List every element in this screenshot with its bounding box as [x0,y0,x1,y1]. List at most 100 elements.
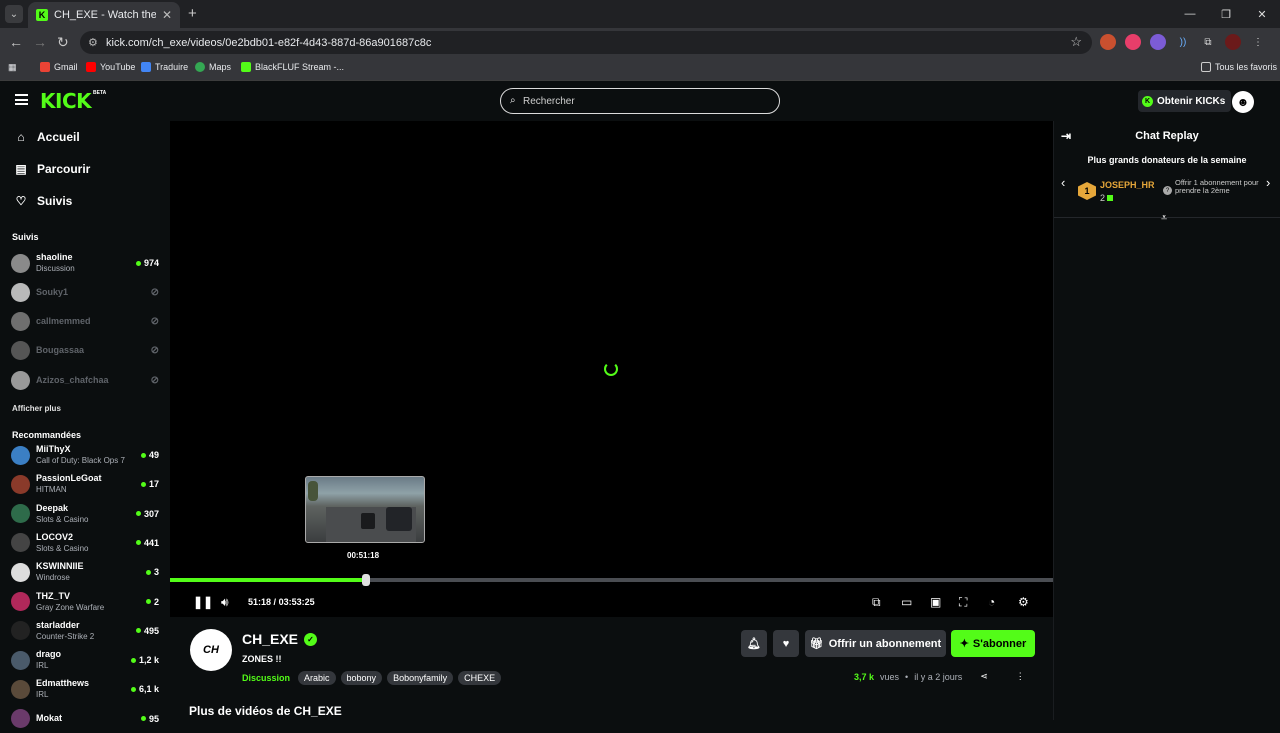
sidebar-channel[interactable]: LOCOV2 Slots & Casino 441 [11,529,159,557]
channel-name: LOCOV2 [36,531,74,542]
viewer-number: 307 [143,508,159,519]
playback-speed-icon[interactable]: ◔ [988,595,995,609]
fullscreen-icon[interactable]: ⛶ [959,595,967,609]
search-input[interactable]: ⌕ Rechercher [500,88,780,114]
close-window-icon[interactable]: ✕ [1244,0,1280,28]
kick-logo[interactable]: KICK [40,89,92,113]
home-icon: ⌂ [17,130,25,144]
settings-gear-icon[interactable]: ⚙ [1018,595,1029,609]
more-videos-title: Plus de vidéos de CH_EXE [189,704,342,718]
new-tab-button[interactable]: + [188,5,197,22]
menu-icon[interactable] [15,94,28,105]
bookmark-youtube[interactable]: YouTube [86,62,135,72]
sidebar-channel[interactable]: KSWINNIIE Windrose 3 [11,558,159,586]
channel-category: Windrose [36,573,70,583]
sidebar-channel[interactable]: Souky1 ⊘ [11,278,159,306]
expand-donors-icon[interactable]: ⩡ [1161,212,1167,225]
chat-header: ⇥ Chat Replay [1054,121,1280,151]
sidebar-channel[interactable]: Mokat 95 [11,705,159,733]
notification-bell-button[interactable]: 🔔︎ [741,630,767,657]
mini-player-icon[interactable]: ▣ [930,595,941,609]
gift-sub-button[interactable]: 🎁︎ Offrir un abonnement [805,630,946,657]
profile-avatar[interactable] [1225,34,1241,50]
tab-search-button[interactable]: ⌄ [5,5,23,23]
viewer-count: 49 [140,450,159,460]
progress-bar[interactable] [170,574,1053,586]
extension-icon[interactable] [1100,34,1116,50]
extension-icon[interactable] [1125,34,1141,50]
channel-avatar [11,341,30,361]
tab-active[interactable]: K CH_EXE - Watch the VOD on Kick ✕ [28,2,180,28]
sidebar-channel[interactable]: PassionLeGoat HITMAN 17 [11,470,159,498]
tag[interactable]: bobony [340,671,383,685]
sidebar-channel[interactable]: starladder Counter-Strike 2 495 [11,617,159,645]
progress-handle[interactable] [362,574,371,586]
bookmark-star-icon[interactable]: ☆ [1070,34,1082,50]
video-player[interactable]: 00:51:18 ❚❚ 🔊︎ 51:18 / 03:53:25 ⧉ ▭ ▣ ⛶ … [170,121,1053,617]
more-options-icon[interactable]: ⋮ [1016,671,1025,682]
channel-name: Souky1 [36,286,69,297]
nav-home[interactable]: ⌂ Accueil [15,121,170,153]
tag[interactable]: CHEXE [458,671,502,685]
chevron-left-icon[interactable]: ‹ [1061,175,1065,190]
restore-icon[interactable]: ❐ [1208,0,1244,28]
extension-icon[interactable]: )) [1175,34,1191,50]
collapse-chat-icon[interactable]: ⇥ [1061,129,1071,143]
puzzle-icon[interactable]: ⧉ [1200,34,1216,50]
duration: 03:53:25 [278,597,315,607]
pause-icon[interactable]: ❚❚ [193,595,213,609]
tab-close-icon[interactable]: ✕ [162,8,172,22]
bookmark-blackfluf[interactable]: BlackFLUF Stream -... [241,62,344,72]
forward-icon[interactable]: → [33,34,47,50]
sidebar-channel[interactable]: Azizos_chafchaa ⊘ [11,366,159,394]
site-info-icon[interactable]: ⚙ [88,36,98,49]
back-icon[interactable]: ← [9,34,23,50]
reload-icon[interactable]: ↻ [57,34,69,50]
sidebar-channel[interactable]: drago IRL 1,2 k [11,646,159,674]
extension-icon[interactable] [1150,34,1166,50]
volume-icon[interactable]: 🔊︎ [221,595,229,609]
channel-category: Slots & Casino [36,514,89,524]
follow-heart-button[interactable]: ♥ [773,630,799,657]
subscribe-button[interactable]: ✦ S'abonner [951,630,1035,657]
channel-avatar[interactable]: CH [190,629,232,671]
sidebar-channel[interactable]: MiiThyX Call of Duty: Black Ops 7 49 [11,441,159,469]
sidebar-channel[interactable]: callmemmed ⊘ [11,308,159,336]
bookmark-maps[interactable]: Maps [195,62,231,72]
minimize-icon[interactable]: — [1172,0,1208,28]
donor-name[interactable]: JOSEPH_HR [1100,180,1155,190]
sidebar-channel[interactable]: shaoline Discussion 974 [11,249,159,277]
sidebar-channel[interactable]: THZ_TV Gray Zone Warfare 2 [11,588,159,616]
show-more-link[interactable]: Afficher plus [12,404,61,413]
sidebar-channel[interactable]: Bougassaa ⊘ [11,337,159,365]
address-bar[interactable]: ⚙ kick.com/ch_exe/videos/0e2bdb01-e82f-4… [80,31,1092,54]
channel-text: Deepak Slots & Casino [36,503,136,525]
apps-icon[interactable]: ▦ [8,62,17,73]
nav-following[interactable]: ♡ Suivis [15,185,170,217]
all-bookmarks[interactable]: Tous les favoris [1201,62,1277,72]
channel-text: MiiThyX Call of Duty: Black Ops 7 [36,444,141,466]
user-avatar[interactable]: ☻ [1232,91,1254,113]
channel-category: Call of Duty: Black Ops 7 [36,456,125,465]
category-link[interactable]: Discussion [242,673,290,683]
tag[interactable]: Bobonyfamily [387,671,454,685]
browser-menu-icon[interactable]: ⋮ [1250,34,1266,50]
channel-name[interactable]: CH_EXE ✓ [242,631,318,647]
time-display: 51:18 / 03:53:25 [248,597,315,607]
theater-icon[interactable]: ▭ [901,595,912,609]
chevron-right-icon[interactable]: › [1266,175,1270,190]
offline-icon: ⊘ [150,345,159,357]
bookmark-traduire[interactable]: Traduire [141,62,188,72]
pip-icon[interactable]: ⧉ [872,595,881,609]
bookmark-gmail[interactable]: Gmail [40,62,78,72]
channel-text: LOCOV2 Slots & Casino [36,532,136,554]
tag[interactable]: Arabic [298,671,336,685]
nav-browse[interactable]: ▤ Parcourir [15,153,170,185]
viewer-count: 95 [140,714,159,724]
get-kicks-button[interactable]: K Obtenir KICKs [1138,90,1232,112]
live-dot-icon [140,481,146,487]
sidebar-channel[interactable]: Deepak Slots & Casino 307 [11,500,159,528]
share-icon[interactable]: ⋖ [980,671,988,682]
sidebar-channel[interactable]: Edmatthews IRL 6,1 k [11,675,159,703]
offer-sub-text[interactable]: Offrir 1 abonnement pour prendre la 2ème [1175,179,1260,195]
